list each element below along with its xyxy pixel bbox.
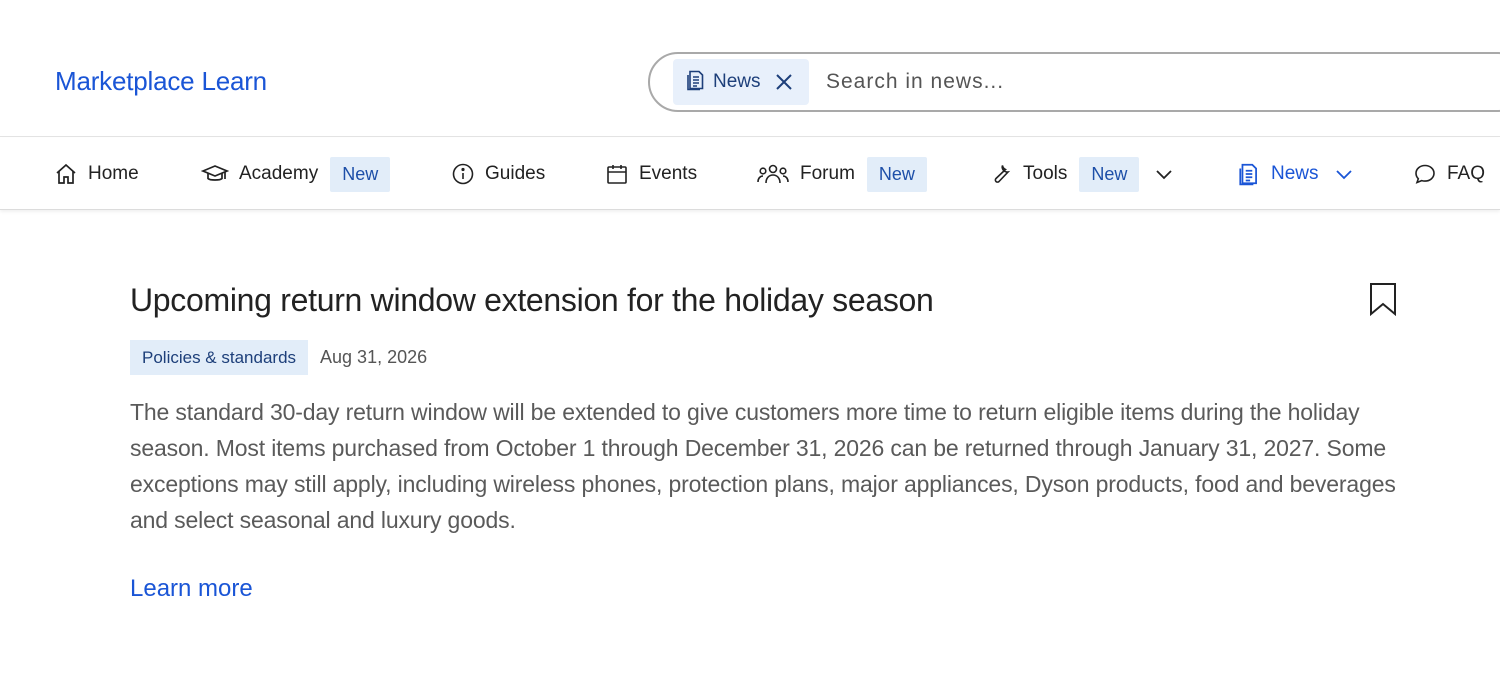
nav-label-faq: FAQ xyxy=(1447,163,1486,184)
graduation-cap-icon xyxy=(201,162,229,186)
new-badge: New xyxy=(330,156,391,192)
nav-item-home[interactable]: Home xyxy=(54,138,139,210)
nav-label-academy: Academy xyxy=(239,163,319,184)
people-icon xyxy=(756,162,790,186)
nav-label-tools: Tools xyxy=(1023,163,1068,184)
chat-bubble-icon xyxy=(1413,162,1437,186)
search-scope-label: News xyxy=(713,71,761,92)
nav-item-faq[interactable]: FAQ xyxy=(1413,138,1485,210)
info-icon xyxy=(451,162,475,186)
nav-label-guides: Guides xyxy=(485,163,546,184)
chevron-down-icon[interactable] xyxy=(1335,168,1353,180)
search-input[interactable] xyxy=(826,64,1426,100)
search-scope-chip: News xyxy=(673,59,809,105)
brand-logo[interactable]: Marketplace Learn xyxy=(55,66,267,97)
wrench-icon xyxy=(987,162,1013,186)
article-meta: Policies & standards Aug 31, 2026 xyxy=(130,340,427,375)
new-badge: New xyxy=(1079,156,1140,192)
news-icon xyxy=(685,69,707,96)
nav-label-forum: Forum xyxy=(800,163,855,184)
category-tag[interactable]: Policies & standards xyxy=(130,340,309,375)
bookmark-icon[interactable] xyxy=(1368,282,1398,317)
nav-label-home: Home xyxy=(88,163,139,184)
close-icon[interactable] xyxy=(773,71,795,93)
nav-item-news[interactable]: News xyxy=(1237,138,1353,210)
home-icon xyxy=(54,162,78,186)
chevron-down-icon[interactable] xyxy=(1155,168,1173,180)
new-badge: New xyxy=(866,156,927,192)
news-icon xyxy=(1237,162,1261,186)
nav-item-forum[interactable]: Forum New xyxy=(756,138,927,210)
nav-item-academy[interactable]: Academy New xyxy=(201,138,391,210)
learn-more-link[interactable]: Learn more xyxy=(130,575,253,603)
calendar-icon xyxy=(605,162,629,186)
article-title: Upcoming return window extension for the… xyxy=(130,282,934,318)
top-bar: Marketplace Learn News xyxy=(0,0,1500,137)
main-nav: Home Academy New Guides Events Forum New… xyxy=(0,138,1500,210)
nav-item-tools[interactable]: Tools New xyxy=(987,138,1173,210)
article-date: Aug 31, 2026 xyxy=(320,347,428,367)
nav-label-events: Events xyxy=(639,163,698,184)
nav-item-guides[interactable]: Guides xyxy=(451,138,545,210)
search-box[interactable]: News xyxy=(648,52,1500,112)
nav-label-news: News xyxy=(1271,163,1319,184)
nav-item-events[interactable]: Events xyxy=(605,138,697,210)
article-body: The standard 30-day return window will b… xyxy=(130,399,1396,533)
